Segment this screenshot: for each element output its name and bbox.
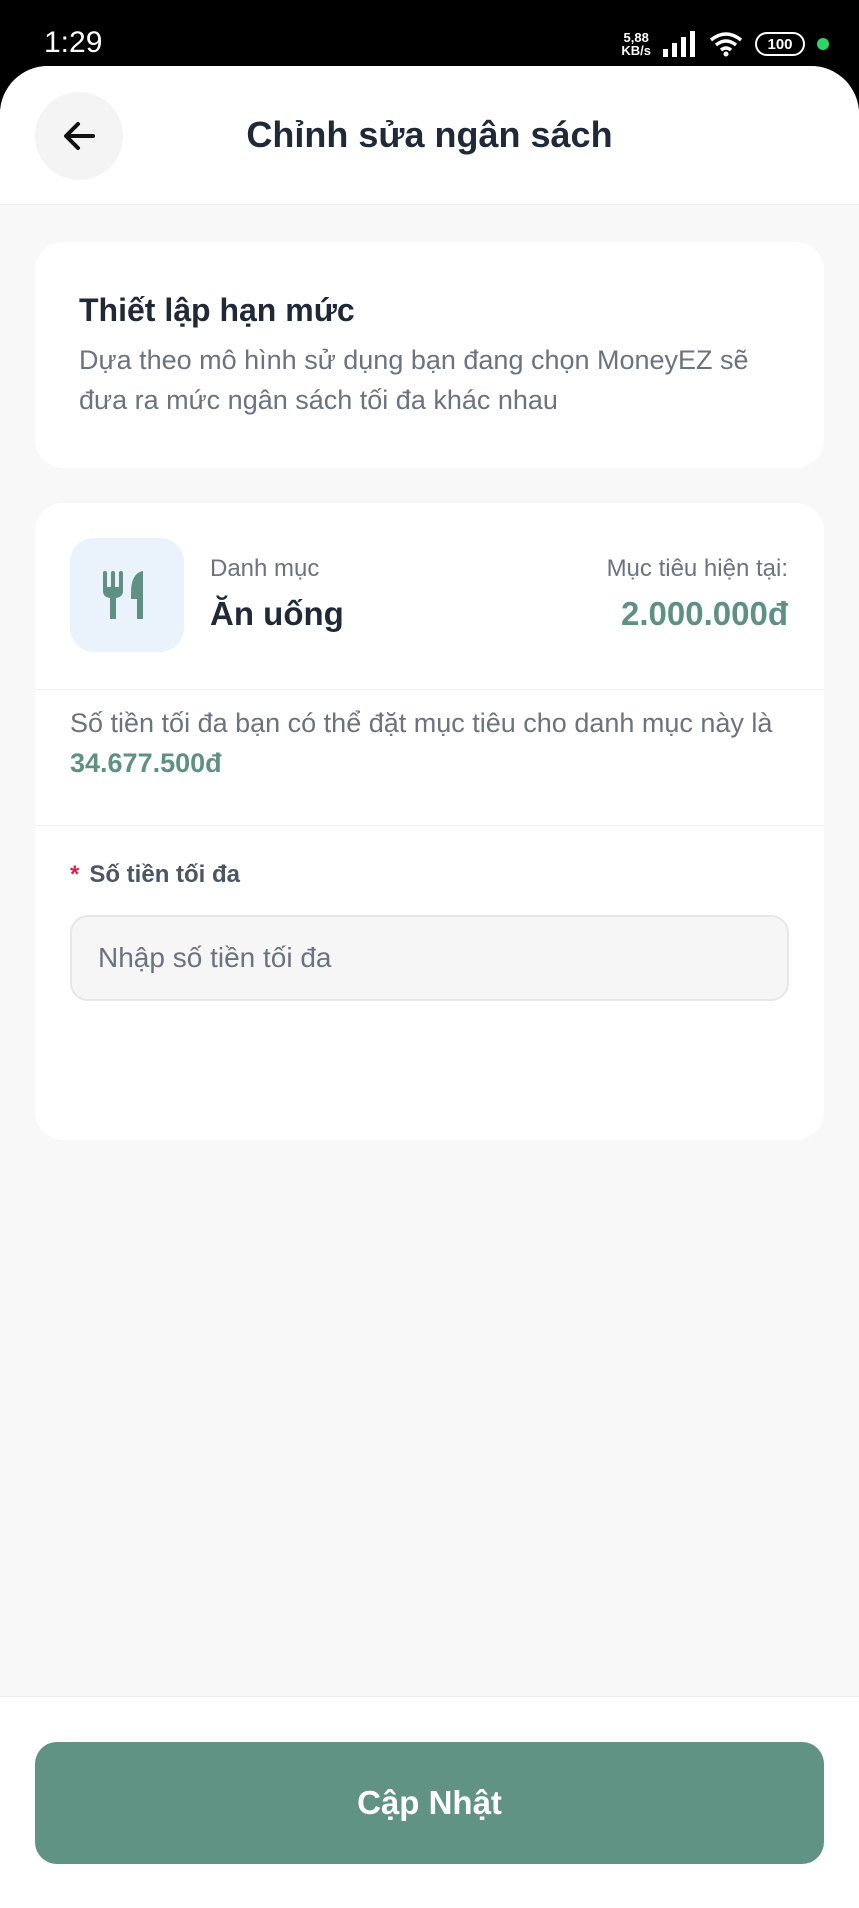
status-bar: 1:29 5,88 KB/s 100 <box>0 0 859 70</box>
footer: Cập Nhật <box>0 1696 859 1908</box>
max-amount-text: Số tiền tối đa bạn có thể đặt mục tiêu c… <box>70 708 773 738</box>
battery-indicator: 100 <box>755 32 805 56</box>
limit-intro-card: Thiết lập hạn mức Dựa theo mô hình sử dụ… <box>35 242 824 468</box>
field-label-text: Số tiền tối đa <box>89 861 241 888</box>
intro-title: Thiết lập hạn mức <box>79 292 355 328</box>
current-goal-label: Mục tiêu hiện tại: <box>606 555 788 582</box>
current-goal-value: 2.000.000đ <box>621 595 788 632</box>
app-screen: Chỉnh sửa ngân sách Thiết lập hạn mức Dự… <box>0 66 859 1908</box>
update-button[interactable]: Cập Nhật <box>35 1742 824 1864</box>
intro-description: Dựa theo mô hình sử dụng bạn đang chọn M… <box>79 345 749 415</box>
signal-icon <box>663 31 695 57</box>
header: Chỉnh sửa ngân sách <box>0 66 859 205</box>
network-speed: 5,88 KB/s <box>621 31 651 57</box>
category-label: Danh mục <box>210 555 320 582</box>
status-time: 1:29 <box>44 26 103 59</box>
max-amount-field-label: * Số tiền tối đa <box>70 861 240 889</box>
budget-card: Danh mục Ăn uống Mục tiêu hiện tại: 2.00… <box>35 503 824 1140</box>
category-icon-box <box>70 538 184 652</box>
wifi-icon <box>709 32 743 57</box>
network-speed-unit: KB/s <box>621 43 651 58</box>
battery-level: 100 <box>767 35 793 53</box>
max-amount-value: 34.677.500đ <box>70 748 222 778</box>
category-name: Ăn uống <box>210 595 344 632</box>
max-amount-input[interactable] <box>70 915 789 1001</box>
required-mark: * <box>70 861 80 888</box>
divider <box>35 825 824 826</box>
max-amount-info: Số tiền tối đa bạn có thể đặt mục tiêu c… <box>70 703 790 783</box>
status-indicators: 5,88 KB/s 100 <box>621 28 829 60</box>
divider <box>35 689 824 690</box>
privacy-dot <box>817 38 829 50</box>
utensils-icon <box>103 571 143 619</box>
page-title: Chỉnh sửa ngân sách <box>246 114 613 155</box>
